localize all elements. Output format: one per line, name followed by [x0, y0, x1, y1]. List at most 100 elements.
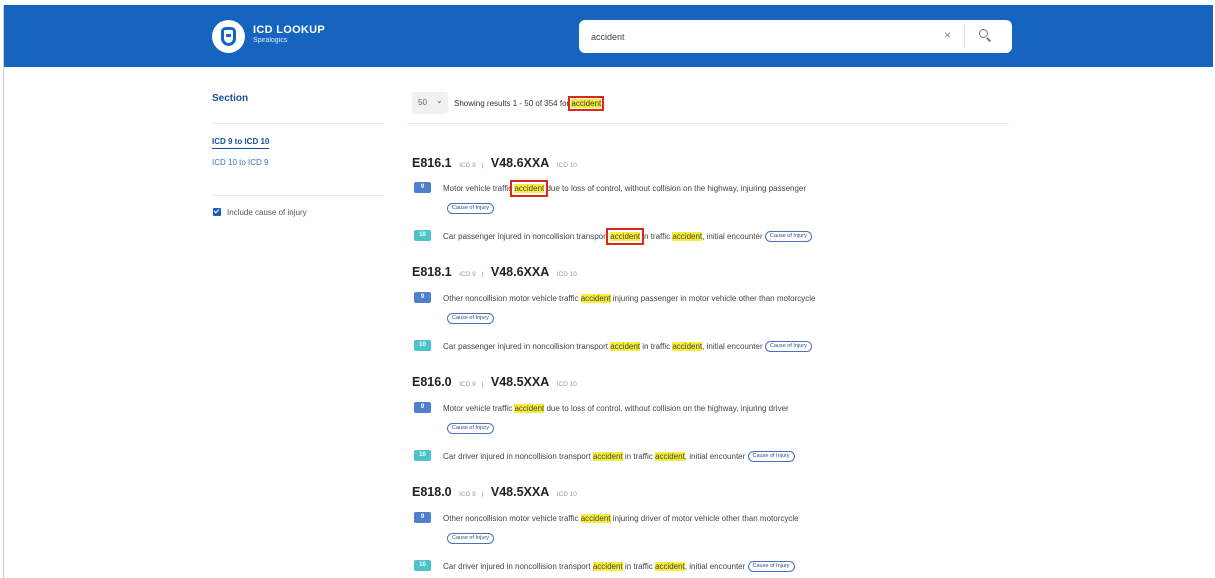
chevron-down-icon: ⌄ [436, 96, 443, 105]
icd10-tag: ICD 10 [556, 162, 577, 169]
code-separator: | [481, 271, 484, 278]
desc-highlight: accident [672, 232, 703, 241]
desc-highlight: accident [510, 180, 549, 197]
results-query: accident [568, 96, 605, 111]
desc-text: , initial encounter [684, 562, 746, 571]
icd10-code[interactable]: V48.6XXA [491, 156, 549, 170]
icd10-description: Car passenger injured in noncollision tr… [443, 341, 812, 353]
cause-of-injury-tag[interactable]: Cause of Injury [764, 341, 812, 353]
icd10-badge: 10 [414, 560, 431, 571]
icd9-tag: ICD 9 [459, 491, 476, 498]
app-subtitle: Spiralogics [253, 37, 288, 44]
desc-highlight: accident [655, 452, 685, 461]
code-separator: | [481, 162, 484, 169]
sidebar-divider [212, 123, 384, 124]
code-separator: | [481, 381, 484, 388]
icd10-badge: 10 [414, 340, 431, 351]
sidebar-link-icd10-to-icd9[interactable]: ICD 10 to ICD 9 [212, 158, 268, 167]
results-summary-text: Showing results 1 - 50 of 354 for [454, 99, 570, 108]
icd9-description: Motor vehicle traffic accident due to lo… [443, 180, 807, 197]
desc-text: , initial encounter [684, 452, 746, 461]
icd10-description: Car passenger injured in noncollision tr… [443, 228, 812, 245]
icd10-badge: 10 [414, 230, 431, 241]
icd10-code[interactable]: V48.5XXA [491, 375, 549, 389]
desc-highlight: accident [514, 404, 545, 413]
search-input[interactable] [591, 28, 931, 45]
desc-text: , initial encounter [702, 232, 763, 241]
sidebar-link-icd9-to-icd10[interactable]: ICD 9 to ICD 10 [212, 137, 270, 149]
icd10-code[interactable]: V48.6XXA [491, 265, 549, 279]
desc-highlight: accident [580, 294, 611, 303]
icd10-badge: 10 [414, 450, 431, 461]
top-bar: ICD LOOKUP Spiralogics [4, 5, 1213, 67]
close-icon[interactable]: × [944, 29, 951, 41]
icd9-tag: ICD 9 [459, 271, 476, 278]
desc-highlight: accident [580, 514, 611, 523]
icd9-code[interactable]: E816.0 [412, 375, 452, 389]
app-title: ICD LOOKUP [253, 24, 326, 36]
per-page-value: 50 [418, 98, 427, 107]
result-code-line: E816.1 ICD 9 | V48.6XXA ICD 10 [412, 154, 580, 172]
desc-highlight: accident [592, 562, 623, 571]
code-separator: | [481, 491, 484, 498]
desc-highlight: accident [606, 228, 644, 245]
desc-text: , initial encounter [702, 342, 763, 351]
cause-of-injury-tag[interactable]: Cause of Injury [447, 533, 494, 545]
result-code-line: E816.0 ICD 9 | V48.5XXA ICD 10 [412, 373, 580, 391]
desc-text: in traffic [642, 232, 671, 241]
desc-highlight: accident [655, 562, 685, 571]
icd10-description: Car driver injured in noncollision trans… [443, 561, 795, 573]
search-icon[interactable] [979, 29, 992, 42]
desc-text: Car passenger injured in noncollision tr… [443, 342, 608, 351]
desc-highlight: accident [592, 452, 623, 461]
icd10-tag: ICD 10 [556, 491, 577, 498]
icd9-code[interactable]: E818.0 [412, 485, 452, 499]
icd9-badge: 9 [414, 182, 431, 193]
cause-of-injury-tag[interactable]: Cause of Injury [447, 423, 494, 435]
search-divider [964, 24, 965, 48]
desc-text: Motor vehicle traffic [443, 404, 513, 413]
per-page-select[interactable]: 50 ⌄ [412, 92, 448, 114]
desc-text: due to loss of control, without collisio… [546, 404, 789, 413]
cause-of-injury-tag[interactable]: Cause of Injury [764, 231, 812, 243]
desc-highlight: accident [610, 342, 641, 351]
cause-of-injury-tag[interactable]: Cause of Injury [447, 203, 494, 215]
desc-text: injuring passenger in motor vehicle othe… [612, 294, 816, 303]
sidebar-divider [212, 195, 384, 196]
desc-text: due to loss of control, without collisio… [546, 184, 807, 193]
desc-text: in traffic [624, 452, 653, 461]
result-code-line: E818.0 ICD 9 | V48.5XXA ICD 10 [412, 483, 580, 501]
cause-of-injury-tag[interactable]: Cause of Injury [447, 313, 494, 325]
desc-text: Motor vehicle traffic [443, 184, 513, 193]
desc-text: Car driver injured in noncollision trans… [443, 562, 591, 571]
icd9-description: Other noncollision motor vehicle traffic… [443, 513, 799, 524]
icd9-tag: ICD 9 [459, 381, 476, 388]
icd9-code[interactable]: E816.1 [412, 156, 452, 170]
icd10-tag: ICD 10 [556, 271, 577, 278]
cause-of-injury-tag[interactable]: Cause of Injury [747, 561, 795, 573]
include-cause-of-injury-label[interactable]: Include cause of injury [227, 208, 307, 217]
desc-text: injuring driver of motor vehicle other t… [612, 514, 799, 523]
shield-logo-icon[interactable] [212, 20, 245, 53]
sidebar-section-title: Section [212, 93, 249, 104]
app-window: ICD LOOKUP Spiralogics × Section ICD 9 t… [3, 5, 1213, 578]
desc-text: in traffic [642, 342, 671, 351]
app-logo-text[interactable]: ICD LOOKUP Spiralogics [253, 24, 325, 46]
desc-highlight: accident [672, 342, 703, 351]
result-code-line: E818.1 ICD 9 | V48.6XXA ICD 10 [412, 263, 580, 281]
cause-of-injury-tag[interactable]: Cause of Injury [747, 451, 795, 463]
icd9-badge: 9 [414, 512, 431, 523]
results-divider [407, 123, 1009, 124]
icd10-code[interactable]: V48.5XXA [491, 485, 549, 499]
include-cause-of-injury-checkbox[interactable] [213, 208, 221, 216]
icd9-description: Motor vehicle traffic accident due to lo… [443, 403, 789, 414]
desc-text: in traffic [624, 562, 653, 571]
desc-text: Other noncollision motor vehicle traffic [443, 294, 579, 303]
desc-text: Other noncollision motor vehicle traffic [443, 514, 579, 523]
icd10-tag: ICD 10 [556, 381, 577, 388]
icd9-badge: 9 [414, 292, 431, 303]
icd9-code[interactable]: E818.1 [412, 265, 452, 279]
results-summary: Showing results 1 - 50 of 354 for accide… [454, 96, 605, 111]
icd9-tag: ICD 9 [459, 162, 476, 169]
icd9-badge: 9 [414, 402, 431, 413]
